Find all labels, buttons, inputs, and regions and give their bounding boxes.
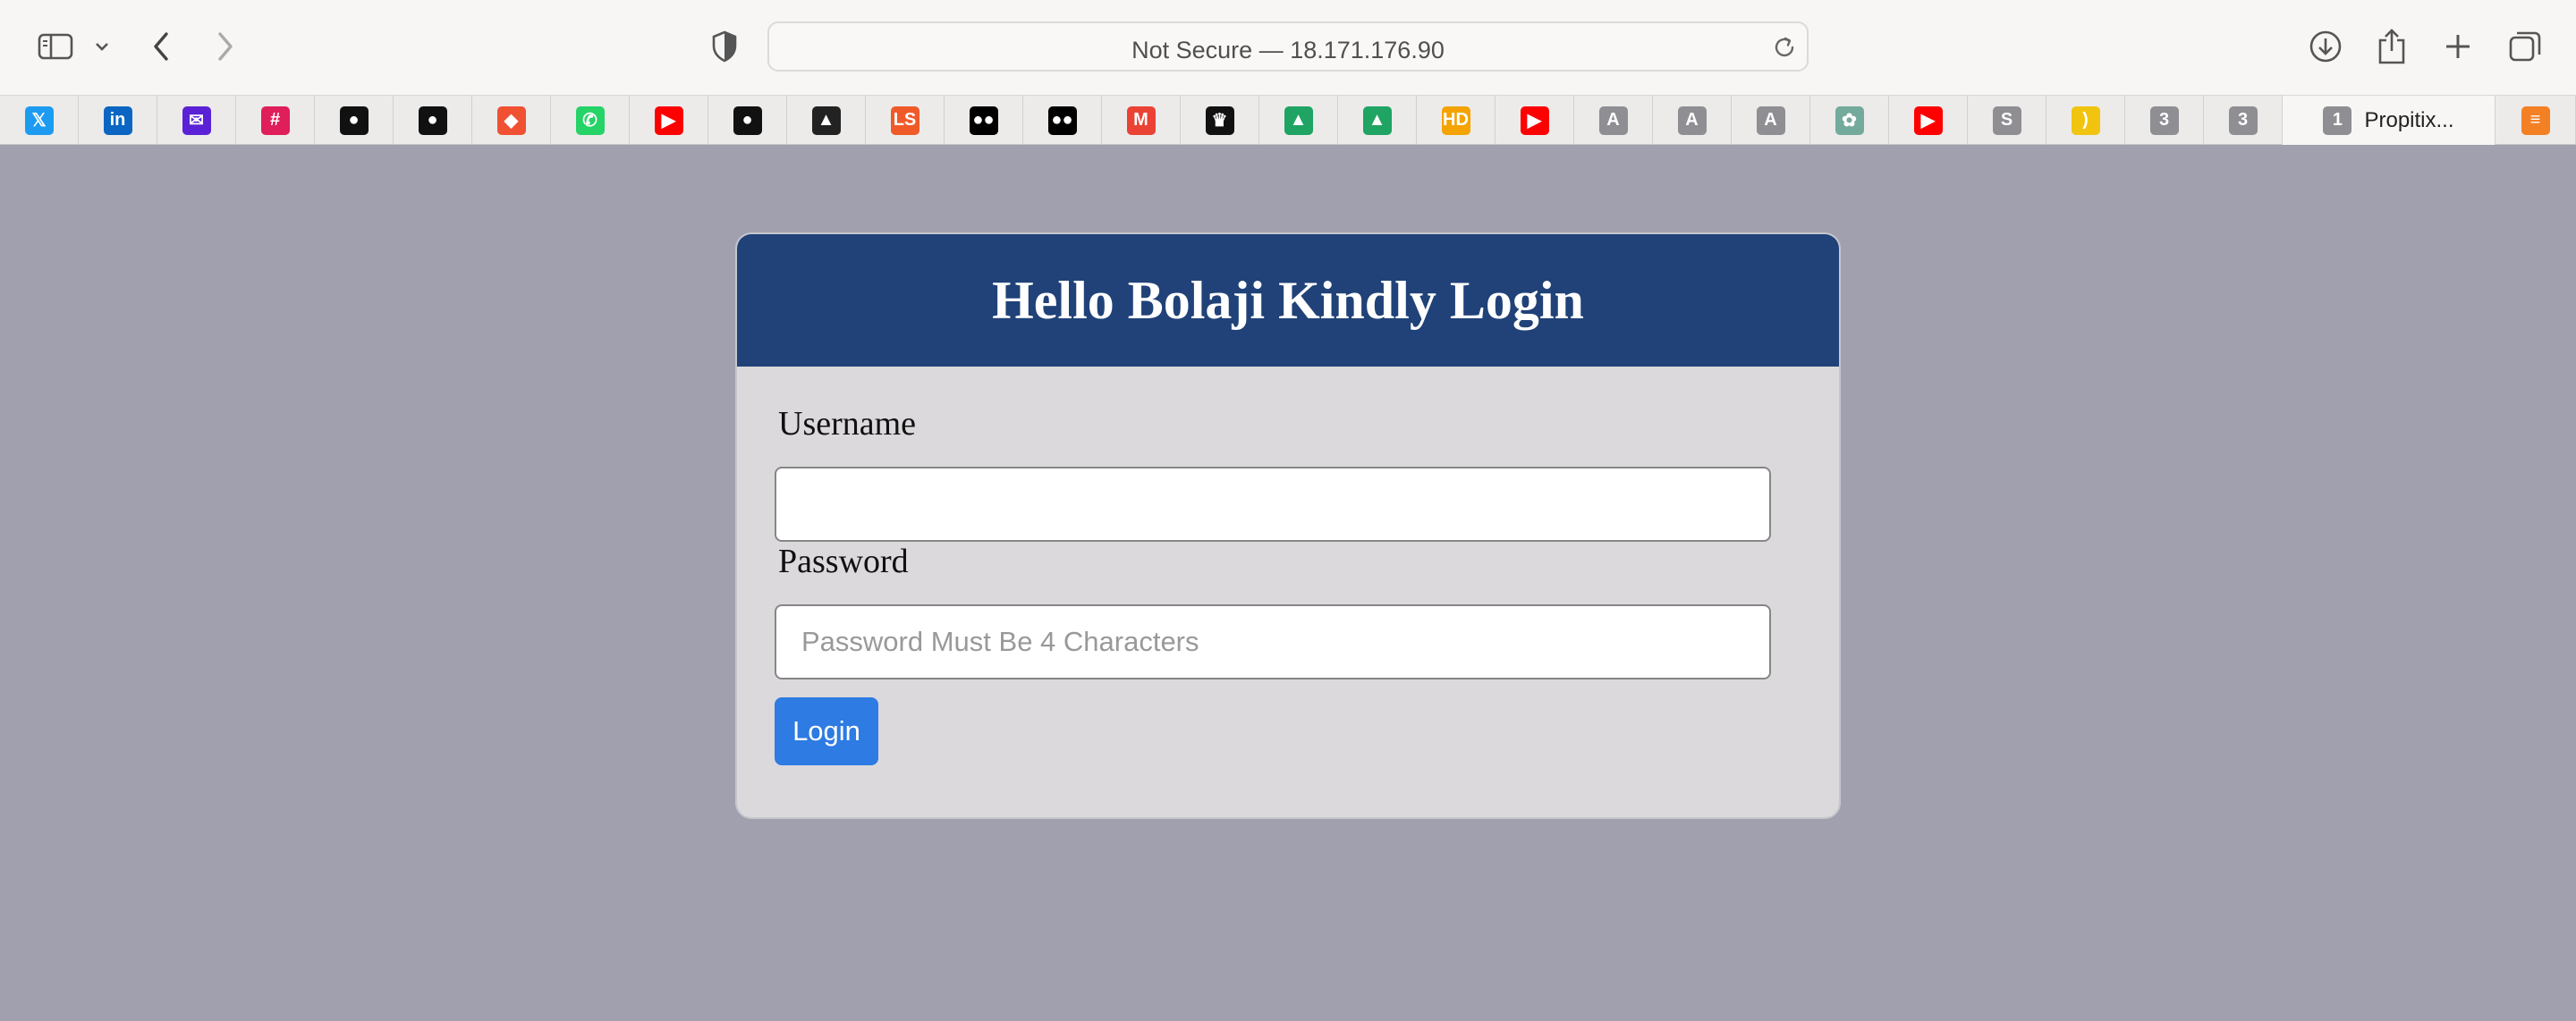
tab[interactable]: # <box>236 96 315 145</box>
tab[interactable]: A <box>1574 96 1653 145</box>
x-icon: 𝕏 <box>24 105 54 135</box>
address-text: Not Secure — 18.171.176.90 <box>1131 37 1445 63</box>
number-3-icon: 3 <box>2149 105 2179 135</box>
address-bar[interactable]: Not Secure — 18.171.176.90 <box>767 21 1809 72</box>
tab[interactable]: ▲ <box>1259 96 1338 145</box>
medium-icon: ●● <box>969 105 998 135</box>
tab[interactable]: ● <box>394 96 472 145</box>
tab[interactable]: ▶ <box>630 96 708 145</box>
bracket-icon: ) <box>2071 105 2100 135</box>
tab[interactable]: ● <box>708 96 787 145</box>
number-1-icon: 1 <box>2323 105 2352 135</box>
tab[interactable]: ) <box>2046 96 2125 145</box>
tab[interactable]: in <box>79 96 157 145</box>
login-header: Hello Bolaji Kindly Login <box>737 234 1839 367</box>
tab[interactable]: S <box>1968 96 2046 145</box>
username-input[interactable] <box>775 467 1771 542</box>
tab[interactable]: ✆ <box>551 96 630 145</box>
tab[interactable]: ▲ <box>1338 96 1417 145</box>
letter-a-icon: A <box>1677 105 1707 135</box>
tab[interactable]: ▶ <box>1889 96 1968 145</box>
tab[interactable]: ●● <box>945 96 1023 145</box>
mountain-icon: ▲ <box>811 105 841 135</box>
stackoverflow-icon: ≡ <box>2521 105 2550 135</box>
github-icon: ● <box>733 105 762 135</box>
tab[interactable]: ▶ <box>1496 96 1574 145</box>
login-button[interactable]: Login <box>775 697 878 765</box>
tab[interactable]: ♛ <box>1181 96 1259 145</box>
chevron-down-icon[interactable] <box>89 20 114 73</box>
password-label: Password <box>778 543 909 580</box>
youtube-icon: ▶ <box>1913 105 1943 135</box>
share-icon[interactable] <box>2372 20 2411 73</box>
reload-icon[interactable] <box>1771 34 1798 65</box>
tab[interactable]: 𝕏 <box>0 96 79 145</box>
back-icon[interactable] <box>143 20 179 73</box>
forward-icon[interactable] <box>208 20 243 73</box>
privacy-shield-icon[interactable] <box>707 20 742 73</box>
login-title: Hello Bolaji Kindly Login <box>992 270 1584 330</box>
username-label: Username <box>778 405 917 443</box>
tab[interactable]: A <box>1732 96 1810 145</box>
github-icon: ● <box>339 105 369 135</box>
mail-icon: ✉ <box>182 105 211 135</box>
password-input[interactable] <box>775 604 1771 679</box>
linkedin-icon: in <box>103 105 132 135</box>
letter-s-icon: S <box>1992 105 2021 135</box>
tab[interactable]: ✉ <box>157 96 236 145</box>
medium-icon: ●● <box>1047 105 1077 135</box>
tab[interactable]: ●● <box>1023 96 1102 145</box>
google-drive-icon: ▲ <box>1362 105 1392 135</box>
chatgpt-icon: ✿ <box>1835 105 1864 135</box>
hd-icon: HD <box>1441 105 1470 135</box>
letter-a-icon: A <box>1756 105 1785 135</box>
download-icon[interactable] <box>2306 20 2345 73</box>
slack-icon: # <box>260 105 290 135</box>
tab[interactable]: 3 <box>2125 96 2204 145</box>
ls-icon: LS <box>890 105 919 135</box>
tab[interactable]: A <box>1653 96 1732 145</box>
tab[interactable]: HD <box>1417 96 1496 145</box>
tab[interactable]: LS <box>866 96 945 145</box>
tab-title: Propitix... <box>2364 107 2454 132</box>
letter-a-icon: A <box>1598 105 1628 135</box>
tab-bar: 𝕏in ✉ # ● ● ◆ ✆ ▶ ● ▲ LS ●● ●● M ♛ ▲ ▲ HD ▶ A A A ✿ ▶ S) 3 3 1 Propi… <box>0 95 2576 145</box>
gmail-icon: M <box>1126 105 1156 135</box>
tab[interactable]: ◆ <box>472 96 551 145</box>
github-icon: ● <box>418 105 447 135</box>
new-tab-icon[interactable] <box>2438 20 2478 73</box>
crown-icon: ♛ <box>1205 105 1234 135</box>
login-card: Hello Bolaji Kindly Login Username Passw… <box>735 232 1841 819</box>
tab[interactable]: ≡ <box>2496 96 2576 145</box>
git-icon: ◆ <box>496 105 526 135</box>
tab[interactable]: M <box>1102 96 1181 145</box>
tab[interactable]: ▲ <box>787 96 866 145</box>
tab[interactable]: ● <box>315 96 394 145</box>
tab[interactable]: ✿ <box>1810 96 1889 145</box>
youtube-icon: ▶ <box>1520 105 1549 135</box>
tab-active[interactable]: 1 Propitix... <box>2283 96 2496 145</box>
whatsapp-icon: ✆ <box>575 105 605 135</box>
youtube-icon: ▶ <box>654 105 683 135</box>
tab[interactable]: 3 <box>2204 96 2283 145</box>
google-drive-icon: ▲ <box>1284 105 1313 135</box>
browser-toolbar: Not Secure — 18.171.176.90 <box>0 0 2576 95</box>
sidebar-toggle-icon[interactable] <box>34 20 77 73</box>
tab-overview-icon[interactable] <box>2504 20 2546 73</box>
number-3-icon: 3 <box>2228 105 2258 135</box>
